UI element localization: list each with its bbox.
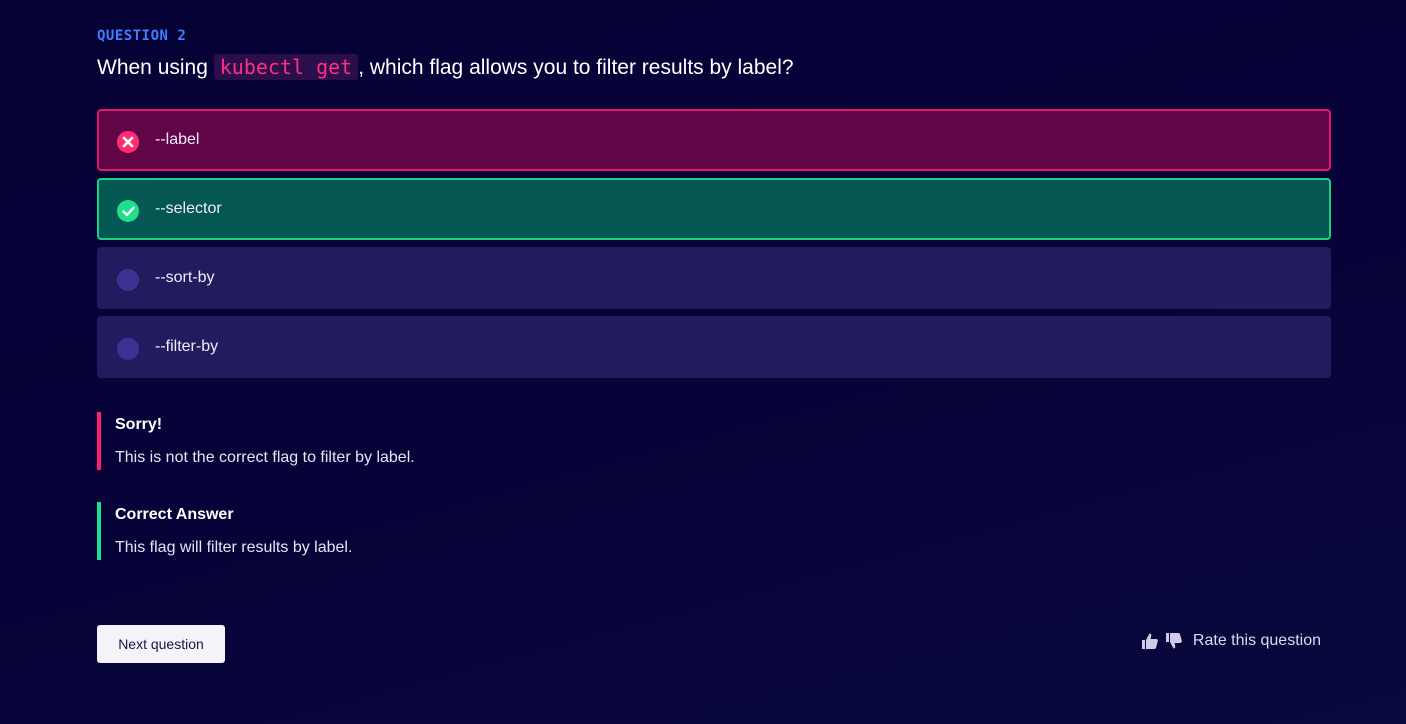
feedback-title: Sorry! — [115, 416, 163, 433]
inline-code: kubectl get — [213, 54, 359, 80]
thumbs-up-icon[interactable] — [1141, 632, 1159, 650]
feedback-title: Correct Answer — [115, 506, 234, 523]
rate-label: Rate this question — [1192, 632, 1321, 649]
option-text: --label — [155, 131, 200, 148]
check-circle-icon — [117, 200, 139, 222]
answer-options: --label --selector --sort-by --filter-by — [97, 109, 1331, 385]
feedback-body: This flag will filter results by label. — [115, 539, 353, 556]
option-selector[interactable]: --selector — [97, 178, 1331, 240]
radio-empty-icon — [117, 338, 139, 360]
question-text-after: , which flag allows you to filter result… — [358, 56, 794, 79]
option-filter-by[interactable]: --filter-by — [97, 316, 1331, 378]
thumbs-down-icon[interactable] — [1165, 632, 1183, 650]
option-sort-by[interactable]: --sort-by — [97, 247, 1331, 309]
feedback-correct: Correct Answer This flag will filter res… — [97, 502, 697, 560]
option-text: --selector — [155, 200, 222, 217]
radio-empty-icon — [117, 269, 139, 291]
question-number: QUESTION 2 — [97, 28, 187, 44]
next-question-button[interactable]: Next question — [97, 625, 225, 663]
feedback-incorrect: Sorry! This is not the correct flag to f… — [97, 412, 697, 470]
x-circle-icon — [117, 131, 139, 153]
question-text: When using kubectl get, which flag allow… — [97, 53, 794, 82]
question-text-before: When using — [97, 56, 214, 79]
option-text: --sort-by — [155, 269, 215, 286]
feedback-body: This is not the correct flag to filter b… — [115, 449, 415, 466]
option-label[interactable]: --label — [97, 109, 1331, 171]
rate-question: Rate this question — [1141, 632, 1321, 650]
option-text: --filter-by — [155, 338, 219, 355]
